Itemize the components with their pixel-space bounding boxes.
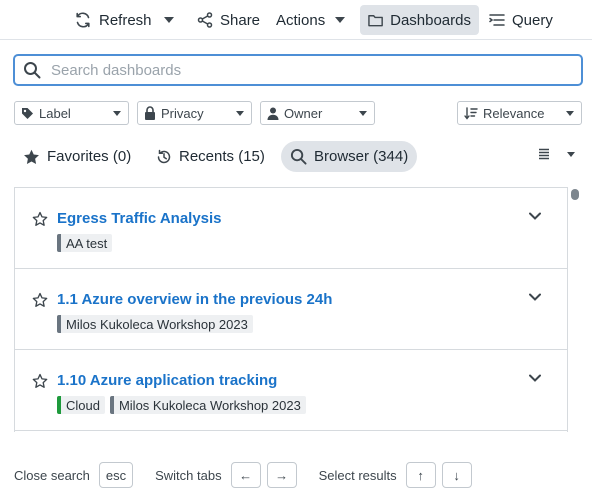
result-title[interactable]: Egress Traffic Analysis <box>57 210 222 227</box>
actions-button[interactable]: Actions <box>268 5 353 35</box>
tab-recents[interactable]: Recents (15) <box>147 141 274 172</box>
right-arrow-key: → <box>266 462 297 488</box>
list-item[interactable]: 1.1 Azure overview in the previous 24h M… <box>15 269 567 350</box>
search-icon <box>290 148 307 165</box>
label-filter[interactable]: Label <box>14 101 129 125</box>
chevron-down-icon[interactable] <box>529 212 541 220</box>
caret-down-icon <box>236 110 244 116</box>
tab-favorites-label: Favorites (0) <box>47 148 132 165</box>
sort-select[interactable]: Relevance <box>457 101 582 125</box>
list-icon <box>539 148 549 160</box>
keyboard-hints: Close search esc Switch tabs ← → Select … <box>14 462 494 488</box>
chevron-down-icon[interactable] <box>529 293 541 301</box>
scrollbar-thumb[interactable] <box>571 189 579 200</box>
tag-list: AA test <box>57 234 117 252</box>
tab-recents-label: Recents (15) <box>179 148 265 165</box>
left-arrow-key: ← <box>230 462 261 488</box>
history-icon <box>157 149 171 163</box>
user-icon <box>267 107 279 120</box>
result-title[interactable]: 1.10 Azure application tracking <box>57 372 277 389</box>
tag-list: Milos Kukoleca Workshop 2023 <box>57 315 258 333</box>
caret-down-icon <box>164 17 174 23</box>
tag[interactable]: Milos Kukoleca Workshop 2023 <box>57 315 253 333</box>
esc-key: esc <box>98 462 134 488</box>
caret-down-icon <box>359 110 367 116</box>
sort-icon <box>464 106 478 120</box>
list-item[interactable]: Egress Traffic Analysis AA test <box>15 188 567 269</box>
caret-down-icon <box>566 110 574 116</box>
refresh-label: Refresh <box>99 11 152 29</box>
up-arrow-key: ↑ <box>405 462 436 488</box>
owner-filter-label: Owner <box>284 105 323 121</box>
search-box <box>13 54 583 86</box>
scrollbar[interactable] <box>571 187 579 432</box>
dashboards-label: Dashboards <box>390 11 471 29</box>
down-arrow-key: ↓ <box>441 462 472 488</box>
query-label: Query <box>512 11 553 29</box>
star-icon[interactable] <box>32 292 48 308</box>
switch-tabs-label: Switch tabs <box>155 467 222 483</box>
folder-icon <box>368 15 383 27</box>
query-icon <box>489 14 505 26</box>
tag[interactable]: Milos Kukoleca Workshop 2023 <box>109 396 306 414</box>
refresh-button[interactable]: Refresh <box>66 5 160 35</box>
tag[interactable]: AA test <box>57 234 113 252</box>
share-label: Share <box>220 11 261 29</box>
star-icon[interactable] <box>32 211 48 227</box>
caret-down-icon <box>335 17 346 23</box>
list-item[interactable]: 1.10 Azure application tracking Cloud Mi… <box>15 350 567 431</box>
tag[interactable]: Cloud <box>57 396 105 414</box>
result-title[interactable]: 1.1 Azure overview in the previous 24h <box>57 291 332 308</box>
toolbar: Refresh Share Actions Dashboards Query <box>0 0 592 40</box>
close-search-label: Close search <box>14 467 90 483</box>
select-results-hint: Select results ↑ ↓ <box>319 462 472 488</box>
chevron-down-icon[interactable] <box>529 374 541 382</box>
tab-browser[interactable]: Browser (344) <box>281 141 418 172</box>
lock-icon <box>145 106 155 120</box>
tag-list: Cloud Milos Kukoleca Workshop 2023 <box>57 396 311 414</box>
tab-browser-label: Browser (344) <box>314 148 409 165</box>
privacy-filter-label: Privacy <box>161 105 204 121</box>
caret-down-icon <box>113 110 121 116</box>
star-icon <box>24 149 39 164</box>
refresh-icon <box>76 12 90 28</box>
privacy-filter[interactable]: Privacy <box>137 101 252 125</box>
caret-down-icon <box>567 151 575 157</box>
close-search-hint: Close search esc <box>14 462 134 488</box>
tab-favorites[interactable]: Favorites (0) <box>14 141 140 172</box>
refresh-menu-button[interactable] <box>158 5 187 35</box>
sort-select-label: Relevance <box>483 105 545 121</box>
actions-label: Actions <box>276 11 326 29</box>
results-list: Egress Traffic Analysis AA test 1.1 Azur… <box>14 187 568 432</box>
select-results-label: Select results <box>318 467 397 483</box>
query-button[interactable]: Query <box>481 5 561 35</box>
owner-filter[interactable]: Owner <box>260 101 375 125</box>
search-icon <box>24 62 41 79</box>
view-options-button[interactable] <box>537 148 575 160</box>
dashboards-button[interactable]: Dashboards <box>360 5 479 35</box>
tag-icon <box>22 107 33 119</box>
star-icon[interactable] <box>32 373 48 389</box>
share-icon <box>197 12 213 28</box>
share-button[interactable]: Share <box>189 5 268 35</box>
switch-tabs-hint: Switch tabs ← → <box>155 462 297 488</box>
search-input[interactable] <box>51 61 531 79</box>
label-filter-label: Label <box>39 105 71 121</box>
